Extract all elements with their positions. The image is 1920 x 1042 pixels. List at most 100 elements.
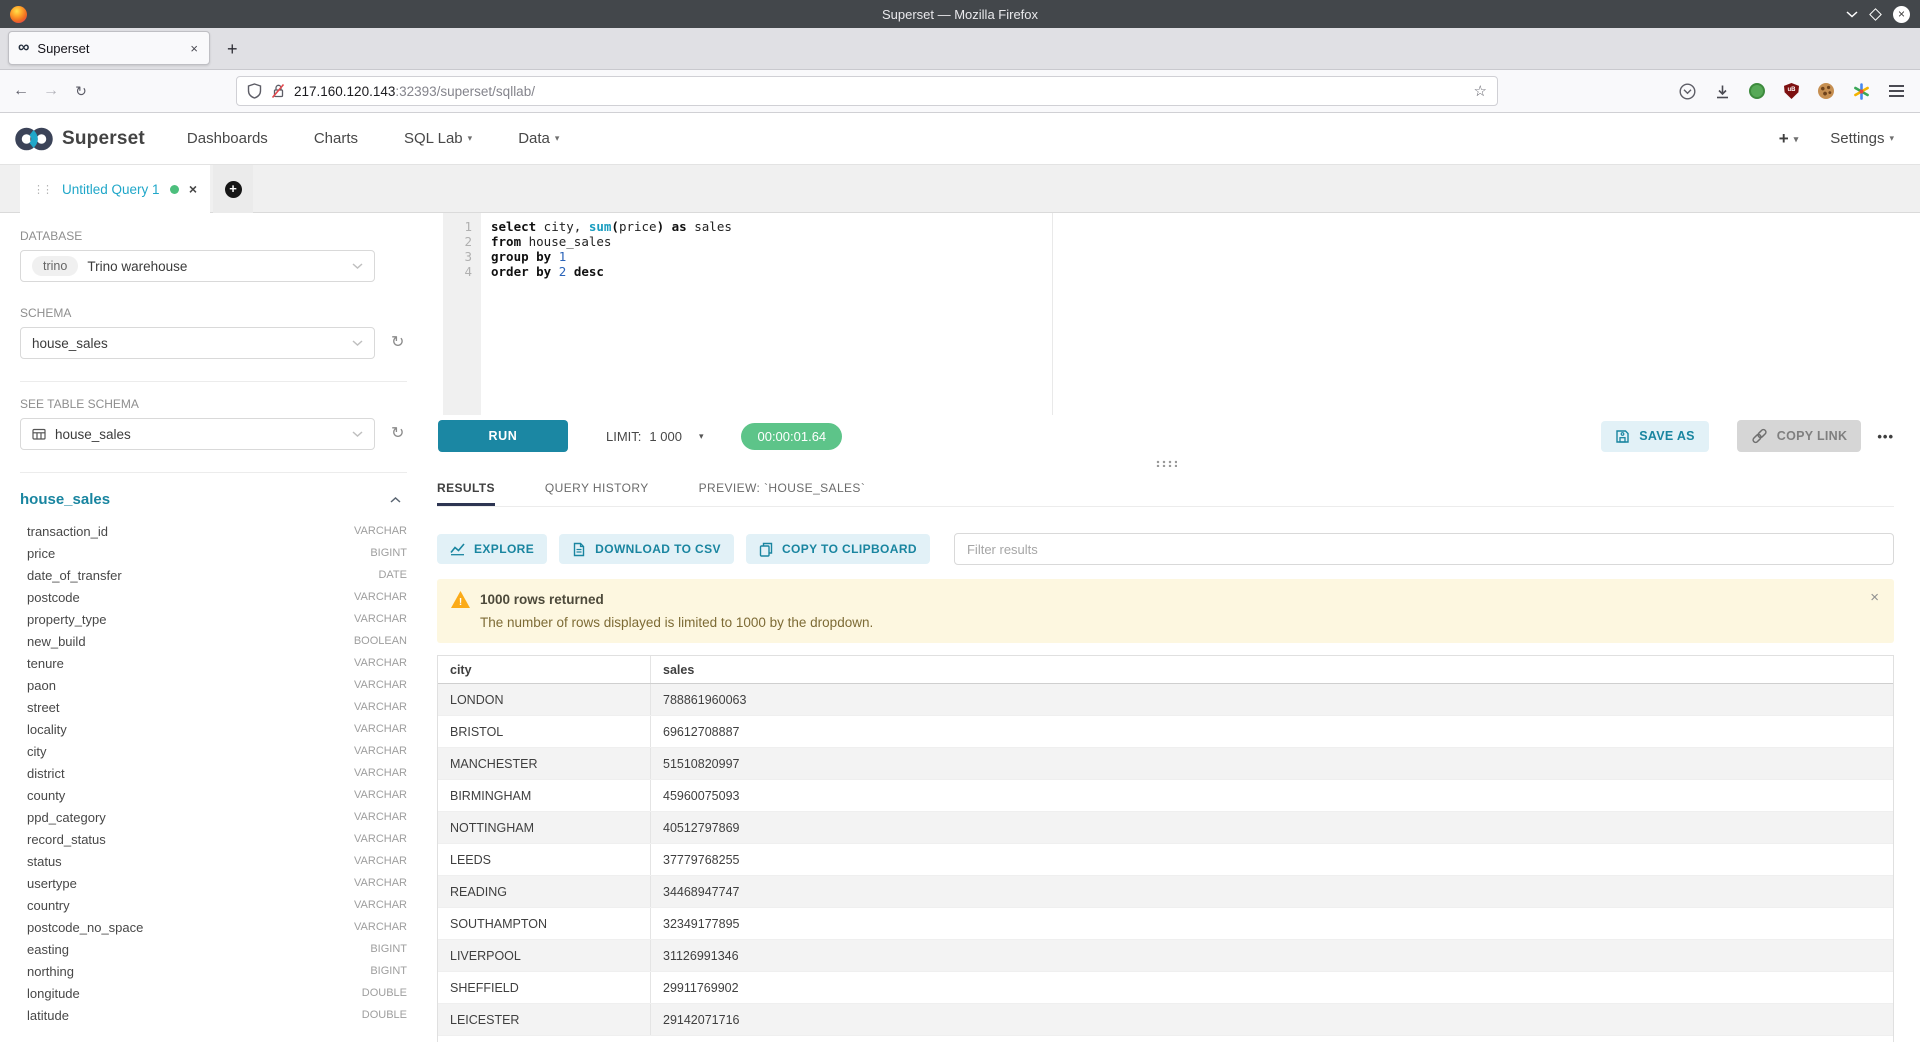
new-item-button[interactable]: +▾ [1779, 129, 1798, 149]
cookie-extension-icon[interactable] [1818, 83, 1834, 99]
colorful-asterisk-extension-icon[interactable] [1853, 83, 1870, 100]
limit-dropdown[interactable]: LIMIT: 1 000 ▾ [606, 429, 703, 444]
sql-code[interactable]: select city, sum(price) as salesfrom hou… [481, 213, 732, 415]
more-options-icon[interactable]: ••• [1877, 429, 1894, 444]
cell-city: BRISTOL [438, 716, 651, 747]
schema-column-row: new_build BOOLEAN [27, 630, 407, 652]
database-select[interactable]: trino Trino warehouse [20, 250, 375, 282]
browser-tab[interactable]: ∞ Superset × [8, 31, 210, 65]
schema-column-row: status VARCHAR [27, 850, 407, 872]
lock-disabled-icon[interactable] [271, 83, 285, 99]
column-name: record_status [27, 832, 106, 847]
chevron-down-icon: ▾ [699, 431, 704, 442]
explore-button[interactable]: EXPLORE [437, 534, 547, 564]
column-type: DOUBLE [362, 1009, 407, 1021]
url-text[interactable]: 217.160.120.143:32393/superset/sqllab/ [294, 84, 535, 99]
header-city[interactable]: city [438, 656, 651, 683]
url-bar[interactable]: 217.160.120.143:32393/superset/sqllab/ ☆ [236, 76, 1498, 106]
column-type: VARCHAR [354, 899, 407, 911]
resize-handle-icon[interactable] [1155, 460, 1177, 467]
results-table: city sales LONDON 788861960063 BRISTOL 6… [437, 655, 1894, 1042]
filter-results-input[interactable] [954, 533, 1894, 565]
table-row: READING 34468947747 [438, 876, 1893, 908]
download-csv-button[interactable]: DOWNLOAD TO CSV [559, 534, 734, 564]
nav-dashboards[interactable]: Dashboards [187, 130, 268, 147]
tab-close-icon[interactable]: × [188, 41, 200, 56]
url-path: :32393/superset/sqllab/ [395, 84, 535, 99]
window-maximize-icon[interactable] [1869, 8, 1882, 21]
column-type: BIGINT [370, 965, 407, 977]
back-icon[interactable]: ← [6, 82, 36, 100]
column-type: VARCHAR [354, 877, 407, 889]
collapse-chevron-up-icon[interactable] [390, 497, 401, 503]
nav-data[interactable]: Data▾ [518, 130, 559, 147]
column-type: BIGINT [370, 547, 407, 559]
extension-green-icon[interactable] [1749, 83, 1765, 99]
query-tab-close-icon[interactable]: × [189, 181, 197, 197]
query-tabstrip: ⋮⋮ Untitled Query 1 × + [0, 165, 1920, 213]
refresh-tables-icon[interactable]: ↻ [391, 426, 404, 442]
query-status-dot [170, 185, 179, 194]
cell-sales: 29911769902 [651, 972, 751, 1003]
cell-sales: 31126991346 [651, 940, 751, 971]
copy-clipboard-button[interactable]: COPY TO CLIPBOARD [746, 534, 930, 564]
header-sales[interactable]: sales [651, 656, 706, 683]
results-panel: RESULTS QUERY HISTORY PREVIEW: `HOUSE_SA… [427, 457, 1920, 1042]
column-name: northing [27, 964, 74, 979]
toolbar-extensions: uB [1679, 83, 1920, 100]
reload-icon[interactable]: ↻ [66, 83, 96, 100]
cell-sales: 40512797869 [651, 812, 751, 843]
cell-sales: 29142071716 [651, 1004, 751, 1035]
nav-sql-lab[interactable]: SQL Lab▾ [404, 130, 472, 147]
run-button[interactable]: RUN [438, 420, 568, 452]
window-minimize-icon[interactable] [1846, 11, 1858, 18]
column-name: paon [27, 678, 56, 693]
settings-menu[interactable]: Settings▾ [1830, 130, 1894, 147]
table-heading[interactable]: house_sales [20, 491, 110, 508]
tab-results[interactable]: RESULTS [437, 469, 495, 506]
window-close-icon[interactable]: × [1893, 6, 1910, 23]
ublock-shield-icon[interactable]: uB [1784, 83, 1799, 99]
new-tab-button[interactable]: + [227, 39, 238, 60]
cell-sales: 788861960063 [651, 684, 758, 715]
table-row: LIVERPOOL 31126991346 [438, 940, 1893, 972]
shield-icon[interactable] [247, 83, 262, 99]
drag-handle-icon[interactable]: ⋮⋮ [33, 183, 51, 196]
editor-toolbar: RUN LIMIT: 1 000 ▾ 00:00:01.64 SAVE AS C… [427, 415, 1920, 457]
column-name: city [27, 744, 47, 759]
column-type: BOOLEAN [354, 635, 407, 647]
column-name: date_of_transfer [27, 568, 122, 583]
schema-column-row: transaction_id VARCHAR [27, 520, 407, 542]
new-query-tab-button[interactable]: + [213, 165, 253, 213]
sidebar: DATABASE trino Trino warehouse SCHEMA ho… [0, 213, 427, 1042]
pocket-icon[interactable] [1679, 83, 1696, 100]
copy-link-button[interactable]: COPY LINK [1737, 420, 1862, 452]
chart-line-icon [450, 542, 465, 556]
sql-editor[interactable]: 1234 select city, sum(price) as salesfro… [427, 213, 1920, 415]
cell-city: SOUTHAMPTON [438, 908, 651, 939]
superset-brand[interactable]: Superset [14, 126, 145, 152]
forward-icon[interactable]: → [36, 82, 66, 100]
schema-column-row: easting BIGINT [27, 938, 407, 960]
schema-column-row: price BIGINT [27, 542, 407, 564]
save-as-button[interactable]: SAVE AS [1601, 421, 1709, 452]
schema-select[interactable]: house_sales [20, 327, 375, 359]
refresh-schemas-icon[interactable]: ↻ [391, 335, 404, 351]
column-name: postcode_no_space [27, 920, 143, 935]
table-select[interactable]: house_sales [20, 418, 375, 450]
alert-close-icon[interactable]: × [1870, 590, 1879, 605]
schema-column-row: usertype VARCHAR [27, 872, 407, 894]
nav-charts[interactable]: Charts [314, 130, 358, 147]
query-tab-active[interactable]: ⋮⋮ Untitled Query 1 × [20, 165, 210, 213]
column-type: VARCHAR [354, 789, 407, 801]
menu-icon[interactable] [1889, 85, 1904, 97]
bookmark-star-icon[interactable]: ☆ [1474, 82, 1487, 100]
downloads-icon[interactable] [1715, 84, 1730, 99]
tab-query-history[interactable]: QUERY HISTORY [545, 469, 649, 506]
browser-toolbar: ← → ↻ 217.160.120.143:32393/superset/sql… [0, 70, 1920, 113]
superset-logo-icon [14, 126, 54, 152]
tab-preview-house-sales[interactable]: PREVIEW: `HOUSE_SALES` [699, 469, 866, 506]
schema-column-row: postcode_no_space VARCHAR [27, 916, 407, 938]
column-type: VARCHAR [354, 811, 407, 823]
workspace: DATABASE trino Trino warehouse SCHEMA ho… [0, 213, 1920, 1042]
